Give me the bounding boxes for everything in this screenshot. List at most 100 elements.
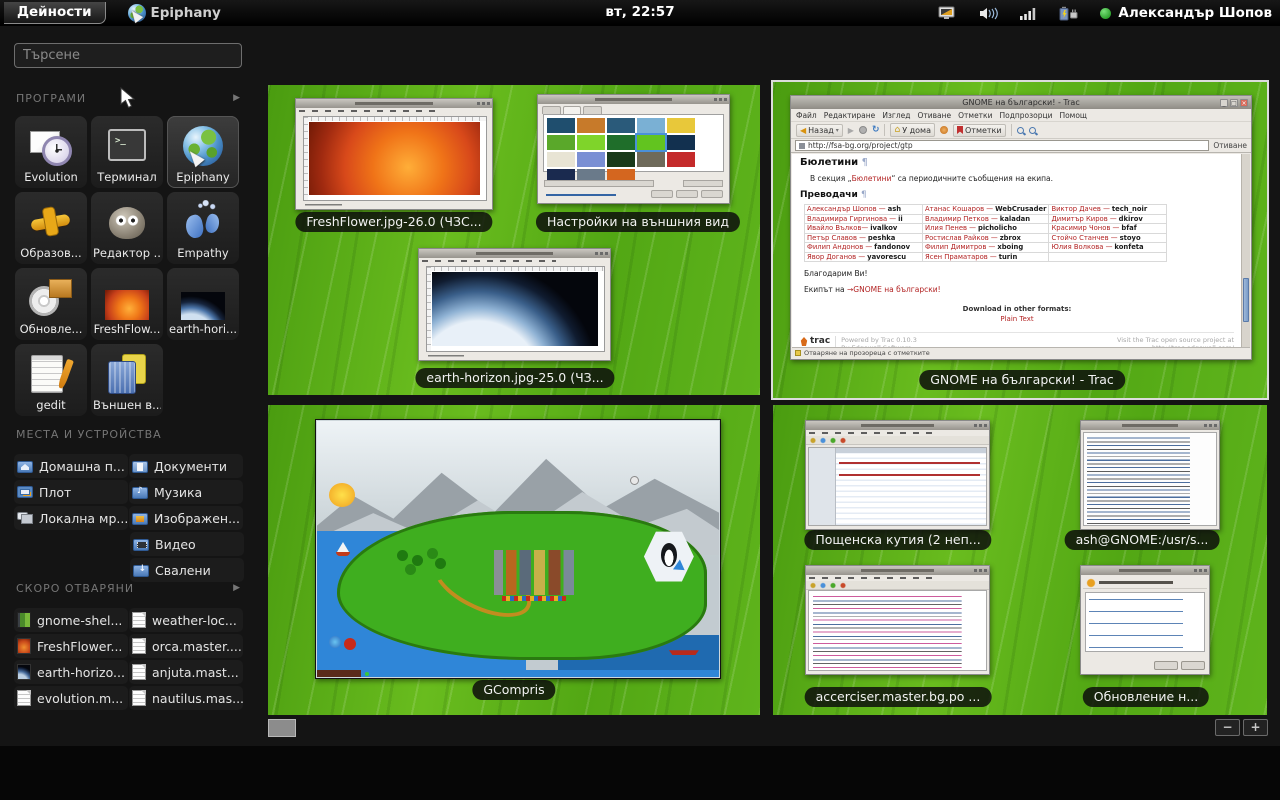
plain-text-link[interactable]: Plain Text bbox=[800, 315, 1234, 323]
back-button[interactable]: ◀ Назад ▾ bbox=[796, 124, 843, 137]
recent-item[interactable]: FreshFlower... bbox=[14, 634, 128, 658]
menu-help[interactable]: Помощ bbox=[1059, 111, 1087, 120]
app-tile-earth-horizon[interactable]: earth-hori... bbox=[167, 268, 239, 340]
recent-item[interactable]: evolution.m... bbox=[14, 686, 128, 710]
menu-file[interactable]: Файл bbox=[796, 111, 817, 120]
style-dropdown[interactable] bbox=[544, 180, 654, 187]
translator-name-link[interactable]: Илия Пенев — bbox=[925, 224, 976, 232]
place-item-home[interactable]: Домашна п... bbox=[14, 454, 128, 478]
user-menu[interactable]: Александър Шопов bbox=[1100, 5, 1272, 21]
programs-expand-icon[interactable]: ▶ bbox=[233, 93, 240, 103]
gedit-window[interactable] bbox=[805, 565, 990, 675]
wallpaper-thumb[interactable] bbox=[547, 135, 575, 150]
update-buttons[interactable] bbox=[1154, 661, 1205, 670]
workspace-add-button[interactable]: + bbox=[1243, 719, 1268, 736]
activities-button[interactable]: Дейности bbox=[4, 2, 106, 24]
wallpaper-thumb[interactable] bbox=[607, 152, 635, 167]
menu-view[interactable]: Изглед bbox=[882, 111, 910, 120]
app-tile-terminal[interactable]: Терминал bbox=[91, 116, 163, 188]
wallpaper-thumb[interactable] bbox=[637, 118, 665, 133]
back-dropdown-icon[interactable]: ▾ bbox=[836, 127, 839, 134]
recent-item[interactable]: orca.master.... bbox=[129, 634, 243, 658]
network-signal-icon[interactable] bbox=[1020, 7, 1037, 20]
recent-item[interactable]: weather-loc... bbox=[129, 608, 243, 632]
history-icon[interactable] bbox=[940, 126, 948, 134]
translator-name-link[interactable]: Юлия Волкова — bbox=[1051, 243, 1112, 251]
place-item-pictures[interactable]: Изображен... bbox=[129, 506, 243, 530]
workspace-1[interactable]: FreshFlower.jpg-26.0 (ЧЗС... Настройки н… bbox=[268, 85, 760, 395]
wallpaper-thumb[interactable] bbox=[667, 152, 695, 167]
bulletins-link[interactable]: Бюлетини bbox=[852, 174, 892, 183]
translator-name-link[interactable]: Филип Димитров — bbox=[925, 243, 995, 251]
workspace-4[interactable]: Пощенска кутия (2 неп... ash@GNOME:/usr/… bbox=[773, 405, 1267, 715]
search-input[interactable] bbox=[14, 43, 242, 68]
place-item-videos[interactable]: Видео bbox=[130, 532, 244, 556]
wallpaper-thumb[interactable] bbox=[577, 152, 605, 167]
wallpaper-thumb[interactable] bbox=[547, 118, 575, 133]
translator-name-link[interactable]: Владимир Петков — bbox=[925, 215, 998, 223]
translator-name-link[interactable]: Ростислав Райков — bbox=[925, 234, 998, 242]
recent-item[interactable]: nautilus.mas... bbox=[129, 686, 243, 710]
translator-name-link[interactable]: Александър Шопов — bbox=[807, 205, 886, 213]
gimp-earth-window[interactable] bbox=[418, 248, 611, 361]
workspace-remove-button[interactable]: − bbox=[1215, 719, 1240, 736]
recent-item[interactable]: gnome-shel... bbox=[14, 608, 128, 632]
app-tile-freshflower[interactable]: FreshFlow... bbox=[91, 268, 163, 340]
wallpaper-thumb[interactable] bbox=[607, 135, 635, 150]
app-tile-gedit[interactable]: gedit bbox=[15, 344, 87, 416]
translator-name-link[interactable]: Петър Славов — bbox=[807, 234, 866, 242]
appearance-window[interactable] bbox=[537, 94, 730, 204]
place-item-desktop[interactable]: Плот bbox=[14, 480, 128, 504]
forward-icon[interactable]: ▶ bbox=[848, 126, 854, 135]
update-manager-window[interactable] bbox=[1080, 565, 1210, 675]
window-buttons[interactable]: _□× bbox=[1220, 99, 1248, 107]
translator-name-link[interactable]: Явор Доганов — bbox=[807, 253, 865, 261]
stop-icon[interactable] bbox=[859, 126, 867, 134]
wallpaper-thumb[interactable] bbox=[577, 118, 605, 133]
place-item-music[interactable]: Музика bbox=[129, 480, 243, 504]
app-tile-empathy[interactable]: Empathy bbox=[167, 192, 239, 264]
place-item-documents[interactable]: Документи bbox=[129, 454, 243, 478]
workspace-2[interactable]: GNOME на български! - Trac _□× Файл Реда… bbox=[773, 82, 1267, 398]
zoom-out-icon[interactable] bbox=[1029, 127, 1036, 134]
clock[interactable]: вт, 22:57 bbox=[605, 4, 674, 20]
menu-go[interactable]: Отиване bbox=[917, 111, 951, 120]
app-tile-evolution[interactable]: Evolution bbox=[15, 116, 87, 188]
wallpaper-thumb[interactable] bbox=[667, 135, 695, 150]
translator-name-link[interactable]: Атанас Кошаров — bbox=[925, 205, 993, 213]
home-button[interactable]: ⌂ У дома bbox=[890, 123, 935, 137]
app-tile-software-update[interactable]: Обновле... bbox=[15, 268, 87, 340]
gimp-freshflower-window[interactable] bbox=[295, 98, 493, 210]
translator-name-link[interactable]: Димитър Киров — bbox=[1051, 215, 1116, 223]
wallpaper-thumb[interactable] bbox=[577, 135, 605, 150]
volume-icon[interactable] bbox=[979, 6, 998, 21]
zoom-in-icon[interactable] bbox=[1017, 127, 1024, 134]
wallpaper-thumb[interactable] bbox=[637, 135, 665, 150]
app-tile-epiphany[interactable]: Epiphany bbox=[167, 116, 239, 188]
wallpaper-thumb[interactable] bbox=[667, 118, 695, 133]
go-button[interactable]: Отиване bbox=[1213, 141, 1247, 150]
place-item-network[interactable]: Локална мр... bbox=[14, 506, 128, 530]
translator-name-link[interactable]: Стойчо Станчев — bbox=[1051, 234, 1117, 242]
reload-icon[interactable]: ↻ bbox=[872, 125, 880, 135]
wallpaper-thumb[interactable] bbox=[607, 118, 635, 133]
wallpaper-thumb[interactable] bbox=[637, 152, 665, 167]
bookmarks-button[interactable]: Отметки bbox=[953, 124, 1006, 137]
translator-name-link[interactable]: Виктор Дачев — bbox=[1051, 205, 1109, 213]
appearance-tabs[interactable] bbox=[542, 106, 602, 114]
dialog-buttons[interactable] bbox=[651, 190, 723, 198]
workspace-indicator[interactable] bbox=[268, 719, 296, 737]
translator-name-link[interactable]: Красимир Чонов — bbox=[1051, 224, 1119, 232]
trac-logo[interactable]: trac bbox=[800, 336, 830, 346]
recent-expand-icon[interactable]: ▶ bbox=[233, 583, 240, 593]
recent-item[interactable]: anjuta.mast... bbox=[129, 660, 243, 684]
battery-icon[interactable] bbox=[1059, 6, 1078, 21]
place-item-downloads[interactable]: Свалени bbox=[130, 558, 244, 582]
epiphany-trac-window[interactable]: GNOME на български! - Trac _□× Файл Реда… bbox=[790, 95, 1252, 360]
display-icon[interactable] bbox=[938, 6, 957, 21]
app-tile-gimp[interactable]: Редактор ... bbox=[91, 192, 163, 264]
app-tile-appearance[interactable]: Външен в... bbox=[91, 344, 163, 416]
translator-name-link[interactable]: Филип Андонов — bbox=[807, 243, 872, 251]
wallpaper-thumb[interactable] bbox=[547, 152, 575, 167]
translator-name-link[interactable]: Ивайло Вълков— bbox=[807, 224, 868, 232]
